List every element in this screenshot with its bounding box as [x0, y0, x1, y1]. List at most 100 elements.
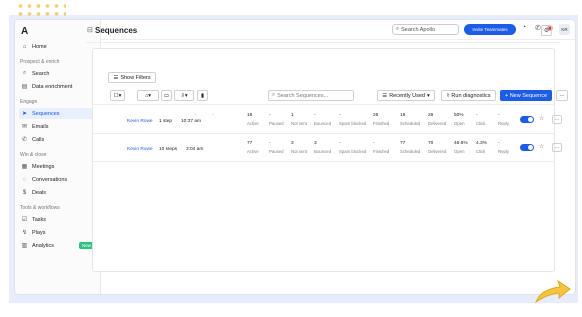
collapse-sidebar-icon[interactable]: ⊟: [87, 26, 93, 34]
sidebar-item-deals[interactable]: $ Deals: [19, 187, 97, 198]
global-search-input[interactable]: ⌕ Search Apollo: [392, 24, 459, 35]
global-search-placeholder: Search Apollo: [401, 26, 436, 33]
decorative-arrow-icon: [534, 279, 571, 304]
folder-icon[interactable]: ▭: [161, 90, 172, 101]
settings-icon[interactable]: ⚙: [541, 25, 552, 36]
star-icon[interactable]: ☆: [539, 115, 544, 122]
top-bar: ⌕ Search Apollo Invite Teammates ◔ ✆ ◉ K…: [101, 20, 575, 40]
sidebar-item-label: Tasks: [32, 216, 47, 223]
sidebar-item-label: Deals: [32, 189, 47, 196]
stat-scheduled-label: Scheduled: [400, 149, 421, 154]
database-icon: ▤: [21, 84, 28, 90]
search-icon: ⌕: [396, 26, 400, 32]
stat-reply-label: Reply: [498, 121, 509, 126]
sequence-active-toggle[interactable]: [520, 144, 534, 151]
sidebar-item-plays[interactable]: ↯ Plays: [19, 227, 97, 238]
stat-click: 4.3%: [476, 141, 487, 146]
sidebar-item-data-enrichment[interactable]: ▤ Data enrichment: [19, 81, 97, 92]
stat-open: 46.6%: [454, 141, 468, 146]
chevron-down-icon: ▾: [426, 92, 430, 99]
home-icon: ⌂: [22, 43, 27, 50]
phone-icon[interactable]: ✆: [535, 24, 541, 32]
sidebar-item-label: Home: [32, 43, 47, 50]
sidebar-item-label: Meetings: [32, 163, 55, 170]
stat-open-label: Open: [454, 149, 465, 154]
sort-dropdown[interactable]: ☰ Recently Used ▾: [377, 90, 435, 101]
show-filters-button[interactable]: ☰ Show Filters: [108, 72, 156, 83]
sidebar-item-search[interactable]: ⌕ Search: [19, 68, 97, 79]
delete-icon[interactable]: ▮: [197, 90, 208, 101]
stat-spam-blocked-label: Spam blocked: [339, 149, 367, 154]
sidebar-item-sequences[interactable]: ➤ Sequences: [19, 108, 97, 119]
stat-not-sent: 1: [291, 113, 294, 118]
phone-icon: ✆: [21, 137, 28, 143]
stat-open: 50%: [454, 113, 464, 118]
section-win-close: Win & close: [20, 152, 47, 158]
row-dash: -: [212, 113, 214, 118]
row-owner[interactable]: Kevin Rowe: [127, 119, 153, 124]
sequence-search-input[interactable]: ⌕ Search Sequences...: [268, 90, 354, 101]
stat-scheduled: 77: [400, 141, 406, 146]
user-avatar[interactable]: KR: [559, 24, 570, 35]
row-more-button[interactable]: ···: [552, 143, 562, 152]
select-all-checkbox[interactable]: ☐▾: [110, 90, 125, 101]
stat-active-label: Active: [247, 121, 259, 126]
send-icon: ➤: [21, 111, 28, 117]
bolt-icon: ↯: [21, 230, 28, 236]
stat-paused-label: Paused: [269, 149, 284, 154]
chat-icon[interactable]: ◔: [522, 24, 526, 31]
diagnostics-icon: ⚕: [446, 92, 450, 99]
invite-teammates-button[interactable]: Invite Teammates: [464, 24, 516, 35]
stat-open-label: Open: [454, 121, 465, 126]
chat-icon: ◌: [22, 176, 27, 183]
mail-icon: ✉: [21, 124, 28, 130]
stat-click-label: Click: [476, 121, 486, 126]
stat-delivered-label: Delivered: [428, 149, 447, 154]
row-dash: -: [195, 113, 197, 118]
stat-click-label: Click: [476, 149, 486, 154]
new-sequence-button[interactable]: + New Sequence: [500, 90, 552, 101]
sidebar-item-label: Emails: [32, 123, 49, 130]
sidebar-item-analytics[interactable]: ▥ Analytics New: [19, 240, 97, 251]
calendar-icon: ▦: [21, 164, 28, 170]
stat-reply-label: Reply: [498, 149, 509, 154]
stat-reply: -: [498, 113, 500, 118]
sidebar-item-meetings[interactable]: ▦ Meetings: [19, 161, 97, 172]
sidebar-item-label: Search: [32, 70, 50, 77]
sidebar-item-conversations[interactable]: ◌ Conversations: [19, 174, 97, 185]
sort-label: Recently Used: [389, 92, 425, 99]
stat-finished-label: Finished: [373, 149, 390, 154]
sidebar-item-emails[interactable]: ✉ Emails: [19, 121, 97, 132]
row-owner[interactable]: Kevin Rowe: [127, 147, 153, 152]
stat-finished-label: Finished: [373, 121, 390, 126]
stat-active-label: Active: [247, 149, 259, 154]
sequences-panel: [92, 48, 555, 272]
run-diagnostics-label: Run diagnostics: [451, 92, 491, 99]
checkbox-icon: ☑: [21, 217, 28, 223]
apollo-logo: A: [21, 26, 29, 37]
stat-bounced: -: [314, 113, 316, 118]
run-diagnostics-button[interactable]: ⚕ Run diagnostics: [441, 90, 496, 101]
sort-icon: ☰: [382, 92, 388, 99]
row-divider: [93, 133, 554, 134]
sidebar-item-calls[interactable]: ✆ Calls: [19, 134, 97, 145]
sequence-active-toggle[interactable]: [520, 116, 534, 123]
row-more-button[interactable]: ···: [552, 115, 562, 124]
stat-reply: -: [498, 141, 500, 146]
stat-bounced: 3: [314, 141, 317, 146]
more-options-button[interactable]: ···: [556, 90, 568, 101]
row-time: 10:37 am: [181, 119, 202, 124]
stat-active: 77: [247, 141, 253, 146]
filter-icon: ☰: [113, 74, 119, 81]
stat-paused: -: [269, 113, 271, 118]
star-icon[interactable]: ☆: [539, 143, 544, 150]
sidebar-item-label: Sequences: [32, 110, 60, 117]
section-prospect: Prospect & enrich: [20, 59, 60, 65]
stat-finished: -: [373, 141, 375, 146]
row-steps: 1 step: [159, 119, 173, 124]
export-dropdown[interactable]: ⇩▾: [174, 90, 194, 101]
sidebar-item-tasks[interactable]: ☑ Tasks: [19, 214, 97, 225]
stat-delivered: 70: [428, 141, 434, 146]
chart-icon: ▥: [21, 243, 28, 249]
tag-dropdown[interactable]: ⌂▾: [137, 90, 159, 101]
